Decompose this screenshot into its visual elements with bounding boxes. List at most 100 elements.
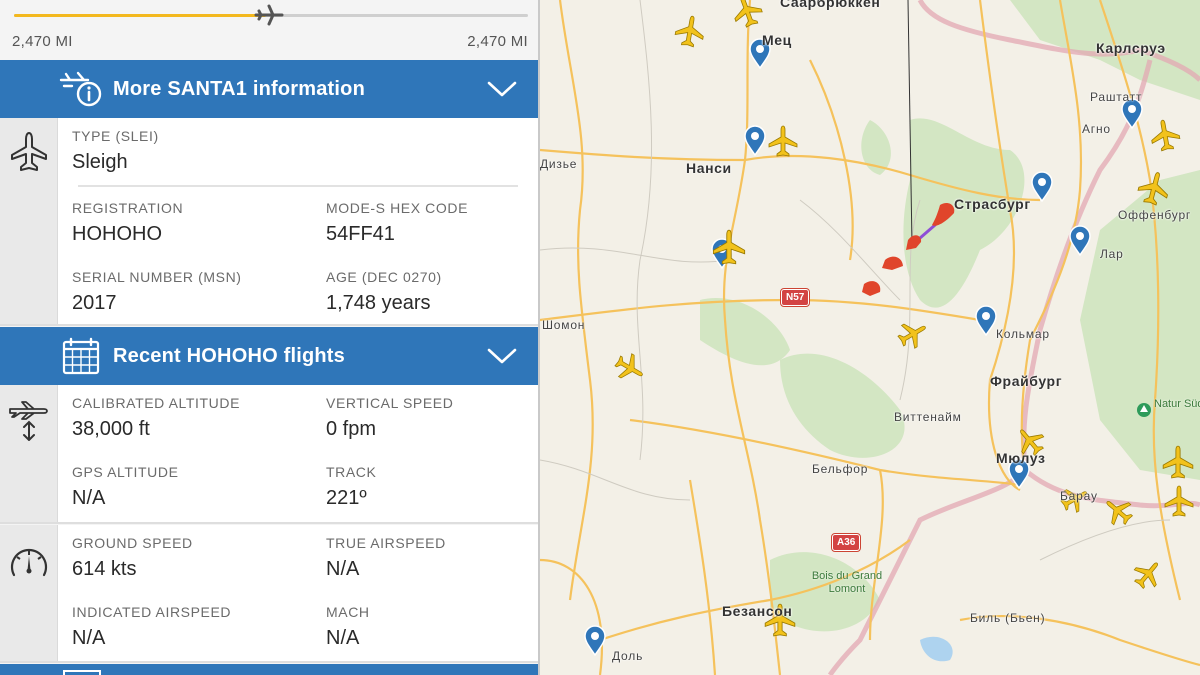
- chevron-down-icon[interactable]: [486, 78, 518, 100]
- more-info-title: More SANTA1 information: [113, 78, 366, 100]
- gps-altitude-value: N/A: [72, 487, 106, 509]
- mach-label: MACH: [326, 604, 370, 620]
- airport-pin-icon[interactable]: [1030, 171, 1054, 203]
- progress-fill: [14, 14, 266, 17]
- indicated-airspeed-field: INDICATED AIRSPEED N/A: [72, 604, 231, 651]
- serial-value: 2017: [72, 292, 117, 314]
- registration-field: REGISTRATION HOHOHO: [72, 200, 183, 247]
- mach-field: MACH N/A: [326, 604, 370, 651]
- park-label: Bois du Grand Lomont: [811, 570, 883, 595]
- calibrated-altitude-label: CALIBRATED ALTITUDE: [72, 395, 241, 411]
- speed-sidebar: [0, 525, 58, 661]
- park-icon: [1137, 403, 1151, 417]
- town-label: Дизье: [540, 157, 578, 171]
- town-label: Доль: [612, 649, 644, 663]
- vertical-speed-value: 0 fpm: [326, 418, 377, 440]
- modes-value: 54FF41: [326, 223, 395, 245]
- track-label: TRACK: [326, 464, 377, 480]
- road-badge: A36: [830, 533, 862, 552]
- gps-altitude-field: GPS ALTITUDE N/A: [72, 464, 179, 511]
- distance-flown: 2,470 MI: [12, 33, 73, 50]
- registration-value: HOHOHO: [72, 223, 162, 245]
- town-label: Бельфор: [812, 462, 869, 476]
- aircraft-icon[interactable]: [670, 11, 709, 50]
- city-label: Мец: [762, 32, 792, 48]
- altitude-sidebar: [0, 385, 58, 522]
- divider: [78, 185, 518, 187]
- city-label: Безансон: [722, 603, 793, 619]
- age-field: AGE (DEC 0270) 1,748 years: [326, 269, 442, 316]
- ground-speed-field: GROUND SPEED 614 kts: [72, 535, 193, 582]
- road-badge: N57: [779, 288, 811, 307]
- recent-flights-title: Recent HOHOHO flights: [113, 345, 345, 367]
- indicated-airspeed-value: N/A: [72, 627, 106, 649]
- speedometer-icon: [10, 548, 48, 577]
- park-label: Natur Südsc: [1154, 398, 1200, 410]
- airport-pin-icon[interactable]: [974, 305, 998, 337]
- true-airspeed-value: N/A: [326, 558, 360, 580]
- mach-value: N/A: [326, 627, 360, 649]
- flight-info-panel: 2,470 MI 2,470 MI More SANTA1 informatio…: [0, 0, 540, 675]
- city-label: Страсбург: [954, 196, 1031, 212]
- town-label: Биль (Бьен): [970, 611, 1046, 625]
- calibrated-altitude-value: 38,000 ft: [72, 418, 150, 440]
- town-label: Оффенбург: [1118, 208, 1192, 222]
- airport-pin-icon[interactable]: [1068, 225, 1092, 257]
- aircraft-icon[interactable]: [766, 124, 800, 158]
- airport-pin-icon[interactable]: [743, 125, 767, 157]
- calibrated-altitude-field: CALIBRATED ALTITUDE 38,000 ft: [72, 395, 240, 442]
- schedule-icon: [63, 670, 101, 675]
- aircraft-info-group: TYPE (SLEI) Sleigh REGISTRATION HOHOHO M…: [0, 118, 538, 326]
- aircraft-icon[interactable]: [1160, 444, 1196, 480]
- town-label: Раштатт: [1090, 90, 1143, 104]
- track-field: TRACK 221º: [326, 464, 376, 511]
- airport-pin-icon[interactable]: [583, 625, 607, 657]
- age-value: 1,748 years: [326, 292, 431, 314]
- modes-field: MODE-S HEX CODE 54FF41: [326, 200, 468, 247]
- town-label: Виттенайм: [894, 410, 962, 424]
- speed-group: GROUND SPEED 614 kts TRUE AIRSPEED N/A I…: [0, 525, 538, 663]
- town-label: Шомон: [542, 318, 586, 332]
- flight-progress: 2,470 MI 2,470 MI: [0, 0, 538, 60]
- serial-label: SERIAL NUMBER (MSN): [72, 269, 242, 285]
- aircraft-icon[interactable]: [710, 228, 748, 266]
- serial-field: SERIAL NUMBER (MSN) 2017: [72, 269, 242, 316]
- plane-info-icon: [59, 71, 102, 107]
- type-field: TYPE (SLEI) Sleigh: [72, 128, 159, 175]
- chevron-down-icon[interactable]: [486, 345, 518, 367]
- more-info-header[interactable]: More SANTA1 information: [0, 60, 538, 118]
- town-label: Барау: [1060, 489, 1098, 503]
- true-airspeed-field: TRUE AIRSPEED N/A: [326, 535, 446, 582]
- next-section-header[interactable]: [0, 664, 538, 675]
- age-label: AGE (DEC 0270): [326, 269, 442, 285]
- indicated-airspeed-label: INDICATED AIRSPEED: [72, 604, 232, 620]
- modes-label: MODE-S HEX CODE: [326, 200, 469, 216]
- ground-speed-label: GROUND SPEED: [72, 535, 193, 551]
- flight-map[interactable]: Саарбрюккен Карлсруэ Мец Нанси Страсбург…: [540, 0, 1200, 675]
- ground-speed-value: 614 kts: [72, 558, 137, 580]
- registration-label: REGISTRATION: [72, 200, 184, 216]
- city-label: Карлсруэ: [1096, 40, 1166, 56]
- aircraft-info-sidebar: [0, 118, 58, 324]
- city-label: Мюлуз: [996, 450, 1046, 466]
- gps-altitude-label: GPS ALTITUDE: [72, 464, 179, 480]
- town-label: Лар: [1100, 247, 1124, 261]
- true-airspeed-label: TRUE AIRSPEED: [326, 535, 446, 551]
- recent-flights-header[interactable]: Recent HOHOHO flights: [0, 327, 538, 385]
- airplane-icon: [11, 132, 47, 171]
- type-value: Sleigh: [72, 151, 128, 173]
- town-label: Агно: [1082, 122, 1111, 136]
- altitude-icon: [9, 401, 48, 441]
- city-label: Фрайбург: [990, 373, 1063, 389]
- city-label: Саарбрюккен: [780, 0, 881, 10]
- vertical-speed-field: VERTICAL SPEED 0 fpm: [326, 395, 453, 442]
- altitude-group: CALIBRATED ALTITUDE 38,000 ft VERTICAL S…: [0, 385, 538, 524]
- city-label: Нанси: [686, 160, 732, 176]
- vertical-speed-label: VERTICAL SPEED: [326, 395, 454, 411]
- lake: [920, 636, 953, 662]
- distance-remaining: 2,470 MI: [467, 33, 528, 50]
- calendar-icon: [62, 337, 100, 375]
- aircraft-icon[interactable]: [1162, 484, 1196, 518]
- town-label: Кольмар: [996, 327, 1050, 341]
- aircraft-icon[interactable]: [1145, 115, 1184, 154]
